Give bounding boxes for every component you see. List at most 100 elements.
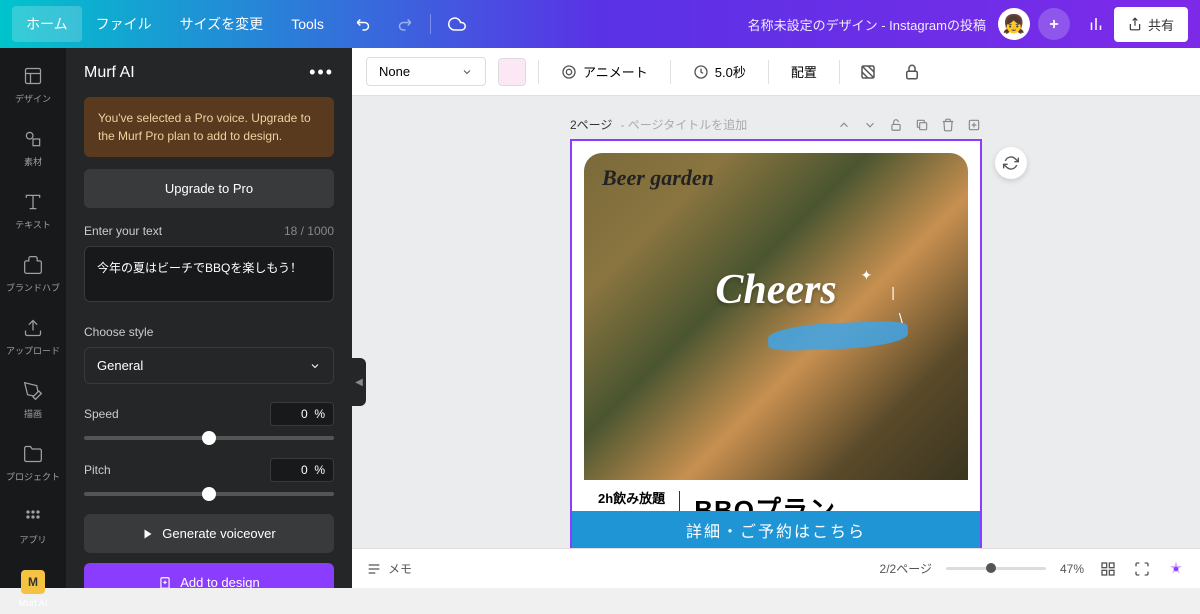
animate-button[interactable]: アニメート [551,56,658,87]
zoom-percent[interactable]: 47% [1060,562,1084,576]
text-icon [21,190,45,214]
draw-icon [21,379,45,403]
transparency-button[interactable] [852,56,884,88]
add-member-button[interactable] [1038,8,1070,40]
char-count: 18 / 1000 [284,224,334,238]
design-content[interactable]: Beer garden Cheers ✦ | \ 2h飲み放題 BBQコース [584,153,968,537]
sparkle-icon: | [891,284,895,300]
sparkle-icon: ✦ [860,267,872,284]
project-icon [21,442,45,466]
fullscreen-button[interactable] [1132,559,1152,579]
page-title-input[interactable]: - ページタイトルを追加 [620,116,828,133]
murf-app-icon: M [21,570,45,594]
tools-menu[interactable]: Tools [277,8,338,40]
elements-icon [21,127,45,151]
notes-icon [366,561,382,577]
canvas-toolbar: None アニメート 5.0秒 配置 [352,48,1200,96]
add-page-button[interactable] [966,117,982,133]
design-canvas[interactable]: Beer garden Cheers ✦ | \ 2h飲み放題 BBQコース [570,139,982,548]
lock-page-button[interactable] [888,117,904,133]
resize-menu[interactable]: サイズを変更 [166,6,278,42]
sidebar-title: Murf AI [84,64,135,82]
top-menu-bar: ホーム ファイル サイズを変更 Tools 名称未設定のデザイン - Insta… [0,0,1200,48]
add-file-icon [158,576,172,589]
notes-button[interactable]: メモ [366,560,412,577]
transition-dropdown[interactable]: None [366,57,486,86]
rail-active-app[interactable]: M Murf AI [0,564,66,614]
design-photo: Beer garden Cheers ✦ | \ [584,153,968,480]
brandhub-icon [21,253,45,277]
lock-button[interactable] [896,56,928,88]
share-button[interactable]: 共有 [1114,7,1188,42]
pro-notice: You've selected a Pro voice. Upgrade to … [84,97,334,157]
zoom-slider[interactable] [946,567,1046,570]
speed-label: Speed [84,407,119,421]
pitch-value-box[interactable]: 0 % [270,458,334,482]
design-cta-bar[interactable]: 詳細・ご予約はこちら [572,511,980,548]
rail-draw[interactable]: 描画 [0,375,66,424]
pitch-slider-thumb[interactable] [202,487,216,501]
rail-project[interactable]: プロジェクト [0,438,66,487]
page-down-button[interactable] [862,117,878,133]
animate-icon [561,64,577,80]
apps-icon [21,505,45,529]
chevron-down-icon [309,360,321,372]
background-color-swatch[interactable] [498,58,526,86]
page-number: 2ページ [570,116,612,133]
speed-slider-thumb[interactable] [202,431,216,445]
clock-icon [693,64,709,80]
beer-garden-text[interactable]: Beer garden [602,165,714,191]
redo-button[interactable] [386,6,422,42]
delete-page-button[interactable] [940,117,956,133]
more-options-button[interactable]: ••• [309,62,334,83]
pitch-slider[interactable] [84,492,334,496]
chevron-down-icon [461,66,473,78]
page-header: 2ページ - ページタイトルを追加 [570,116,982,133]
left-rail: デザイン 素材 テキスト ブランドハブ アップロード 描画 プロジェクト アプ [0,48,66,588]
divider [430,14,431,34]
page-indicator[interactable]: 2/2ページ [880,560,932,577]
refresh-button[interactable] [995,147,1027,179]
speed-slider[interactable] [84,436,334,440]
add-to-design-button[interactable]: Add to design [84,563,334,588]
document-title[interactable]: 名称未設定のデザイン - Instagramの投稿 [748,15,986,34]
rail-design[interactable]: デザイン [0,60,66,109]
rail-upload[interactable]: アップロード [0,312,66,361]
sidebar-panel: ◀ Murf AI ••• You've selected a Pro voic… [66,48,352,588]
home-menu[interactable]: ホーム [12,6,82,42]
canvas-area: None アニメート 5.0秒 配置 2ページ - ペー [352,48,1200,588]
page-up-button[interactable] [836,117,852,133]
undo-button[interactable] [346,6,382,42]
sparkle-icon: \ [899,310,903,326]
style-select[interactable]: General [84,347,334,384]
enter-text-label: Enter your text [84,224,162,238]
duration-button[interactable]: 5.0秒 [683,56,756,87]
duplicate-page-button[interactable] [914,117,930,133]
collapse-sidebar-button[interactable]: ◀ [352,358,366,406]
voiceover-text-input[interactable]: 今年の夏はビーチでBBQを楽しもう！ [84,246,334,302]
grid-view-button[interactable] [1098,559,1118,579]
help-button[interactable] [1166,559,1186,579]
share-label: 共有 [1148,15,1174,34]
design-icon [21,64,45,88]
choose-style-label: Choose style [84,325,153,339]
analytics-icon[interactable] [1078,6,1114,42]
cheers-text[interactable]: Cheers [715,266,836,314]
rail-elements[interactable]: 素材 [0,123,66,172]
upgrade-button[interactable]: Upgrade to Pro [84,169,334,208]
speed-value-box[interactable]: 0 % [270,402,334,426]
zoom-thumb[interactable] [986,563,996,573]
generate-voiceover-button[interactable]: Generate voiceover [84,514,334,553]
cloud-sync-icon[interactable] [439,6,475,42]
pitch-label: Pitch [84,463,111,477]
brush-stroke [768,321,909,352]
rail-apps[interactable]: アプリ [0,501,66,550]
rail-brandhub[interactable]: ブランドハブ [0,249,66,298]
upload-icon [21,316,45,340]
bottom-status-bar: メモ 2/2ページ 47% [352,548,1200,588]
rail-text[interactable]: テキスト [0,186,66,235]
position-button[interactable]: 配置 [781,56,827,87]
file-menu[interactable]: ファイル [82,6,166,42]
play-icon [142,528,154,540]
user-avatar[interactable]: 👧 [998,8,1030,40]
